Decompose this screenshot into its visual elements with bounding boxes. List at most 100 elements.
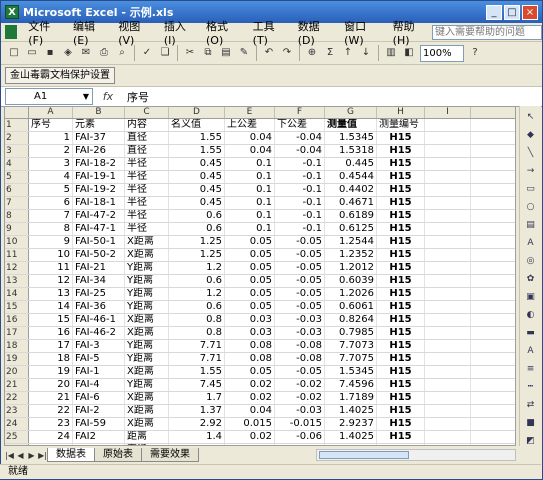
cell[interactable] xyxy=(425,145,471,157)
cell[interactable]: 半径 xyxy=(125,184,169,196)
cell[interactable]: -0.02 xyxy=(275,392,325,404)
cell[interactable]: 半径 xyxy=(125,158,169,170)
line-style-icon[interactable]: ≡ xyxy=(523,361,539,377)
cell[interactable]: FAI-37 xyxy=(73,132,125,144)
tab-sheet-effect[interactable]: 需要效果 xyxy=(141,448,199,462)
cell[interactable]: -0.03 xyxy=(275,314,325,326)
cell[interactable]: FAI-50-2 xyxy=(73,249,125,261)
cell[interactable]: 1.5318 xyxy=(325,145,377,157)
cell[interactable]: 7.71 xyxy=(169,340,225,352)
cell[interactable]: FAI-46-2 xyxy=(73,327,125,339)
cell[interactable]: 2.92 xyxy=(169,418,225,430)
minimize-button[interactable]: _ xyxy=(486,4,502,20)
cell[interactable]: 直径 xyxy=(125,132,169,144)
cell[interactable]: X距离 xyxy=(125,392,169,404)
menu-item[interactable]: 帮助(H) xyxy=(386,18,432,47)
cell[interactable] xyxy=(425,418,471,430)
cell[interactable]: 1.7189 xyxy=(325,392,377,404)
cell[interactable]: 0.02 xyxy=(225,431,275,443)
chevron-down-icon[interactable]: ▼ xyxy=(80,89,92,104)
cell[interactable]: 下公差 xyxy=(275,119,325,131)
research-icon[interactable]: ❏ xyxy=(157,45,173,61)
cell[interactable]: -0.1 xyxy=(275,184,325,196)
cell[interactable] xyxy=(425,366,471,378)
cell[interactable]: 0.6189 xyxy=(325,210,377,222)
cell[interactable] xyxy=(425,223,471,235)
cell[interactable]: FAI-46-1 xyxy=(73,314,125,326)
cell[interactable]: 0.1 xyxy=(225,158,275,170)
cell[interactable]: 1.4 xyxy=(169,431,225,443)
cell[interactable]: 16 xyxy=(29,327,73,339)
cell[interactable]: -0.1 xyxy=(275,158,325,170)
cell[interactable]: 1.5345 xyxy=(325,366,377,378)
picture-icon[interactable]: ▣ xyxy=(523,289,539,305)
cell[interactable]: 7.7075 xyxy=(325,353,377,365)
cell[interactable]: FAI-25 xyxy=(73,288,125,300)
clipart-icon[interactable]: ✿ xyxy=(523,271,539,287)
cell[interactable]: 1.4025 xyxy=(325,431,377,443)
cell[interactable] xyxy=(425,379,471,391)
drawing-icon[interactable]: ◧ xyxy=(401,45,417,61)
row-header[interactable]: 3 xyxy=(5,145,29,157)
row-header[interactable]: 9 xyxy=(5,223,29,235)
chart-wizard-icon[interactable]: ▥ xyxy=(383,45,399,61)
row-header[interactable]: 16 xyxy=(5,314,29,326)
cell[interactable]: -0.1 xyxy=(275,171,325,183)
cell[interactable]: FAI-5 xyxy=(73,353,125,365)
cell[interactable]: 0.02 xyxy=(225,379,275,391)
cell[interactable]: 1.4025 xyxy=(325,405,377,417)
row-header[interactable]: 2 xyxy=(5,132,29,144)
cell[interactable]: -0.04 xyxy=(275,444,325,445)
cell[interactable]: X距离 xyxy=(125,418,169,430)
cell[interactable] xyxy=(425,444,471,445)
cell[interactable]: FAI-18-1 xyxy=(73,197,125,209)
cell[interactable]: 0.05 xyxy=(225,288,275,300)
cell[interactable]: FAI-36 xyxy=(73,301,125,313)
sort-asc-icon[interactable]: ↑ xyxy=(340,45,356,61)
cell[interactable]: H15 xyxy=(377,236,425,248)
cell[interactable]: 半径 xyxy=(125,171,169,183)
cell[interactable]: -0.06 xyxy=(275,431,325,443)
cell[interactable]: 0.6125 xyxy=(325,223,377,235)
column-header[interactable]: F xyxy=(275,107,325,118)
cell[interactable]: 1.55 xyxy=(169,366,225,378)
cell[interactable]: 测量值 xyxy=(325,119,377,131)
open-icon[interactable]: ▭ xyxy=(24,45,40,61)
cell[interactable]: FAI-19-2 xyxy=(73,184,125,196)
cell[interactable]: H15 xyxy=(377,301,425,313)
cell[interactable]: H15 xyxy=(377,210,425,222)
cell[interactable]: 名义值 xyxy=(169,119,225,131)
cell[interactable]: 0.1 xyxy=(225,197,275,209)
cell[interactable] xyxy=(425,327,471,339)
cell[interactable]: 距离 xyxy=(125,431,169,443)
cell[interactable]: 2 xyxy=(29,145,73,157)
cell[interactable]: 测量编号 xyxy=(377,119,425,131)
cell[interactable]: H15 xyxy=(377,171,425,183)
cell[interactable]: 1 xyxy=(29,132,73,144)
row-header[interactable]: 14 xyxy=(5,288,29,300)
row-header[interactable]: 8 xyxy=(5,210,29,222)
cell[interactable]: 0.445 xyxy=(325,158,377,170)
cell[interactable]: 1.5345 xyxy=(325,132,377,144)
cell[interactable]: 1.2544 xyxy=(325,236,377,248)
row-header[interactable]: 21 xyxy=(5,379,29,391)
cell[interactable]: 0.1 xyxy=(225,210,275,222)
horizontal-scrollbar[interactable] xyxy=(316,449,516,461)
cell[interactable]: FAI-4 xyxy=(73,379,125,391)
cell[interactable] xyxy=(425,249,471,261)
row-header[interactable]: 19 xyxy=(5,353,29,365)
kingsoft-protect-button[interactable]: 金山毒霸文档保护设置 xyxy=(5,67,115,84)
cell[interactable]: -0.05 xyxy=(275,288,325,300)
cell[interactable]: -0.04 xyxy=(275,132,325,144)
format-painter-icon[interactable]: ✎ xyxy=(236,45,252,61)
cell[interactable]: 0.05 xyxy=(225,262,275,274)
cell[interactable]: FAI-18-2 xyxy=(73,158,125,170)
row-header[interactable]: 6 xyxy=(5,184,29,196)
cell[interactable]: FAI-47-2 xyxy=(73,210,125,222)
cell[interactable] xyxy=(425,405,471,417)
cell[interactable]: 5 xyxy=(29,184,73,196)
cell[interactable]: -0.05 xyxy=(275,236,325,248)
cell[interactable]: 序号 xyxy=(29,119,73,131)
cell[interactable]: 0.8264 xyxy=(325,314,377,326)
cell[interactable]: H15 xyxy=(377,249,425,261)
